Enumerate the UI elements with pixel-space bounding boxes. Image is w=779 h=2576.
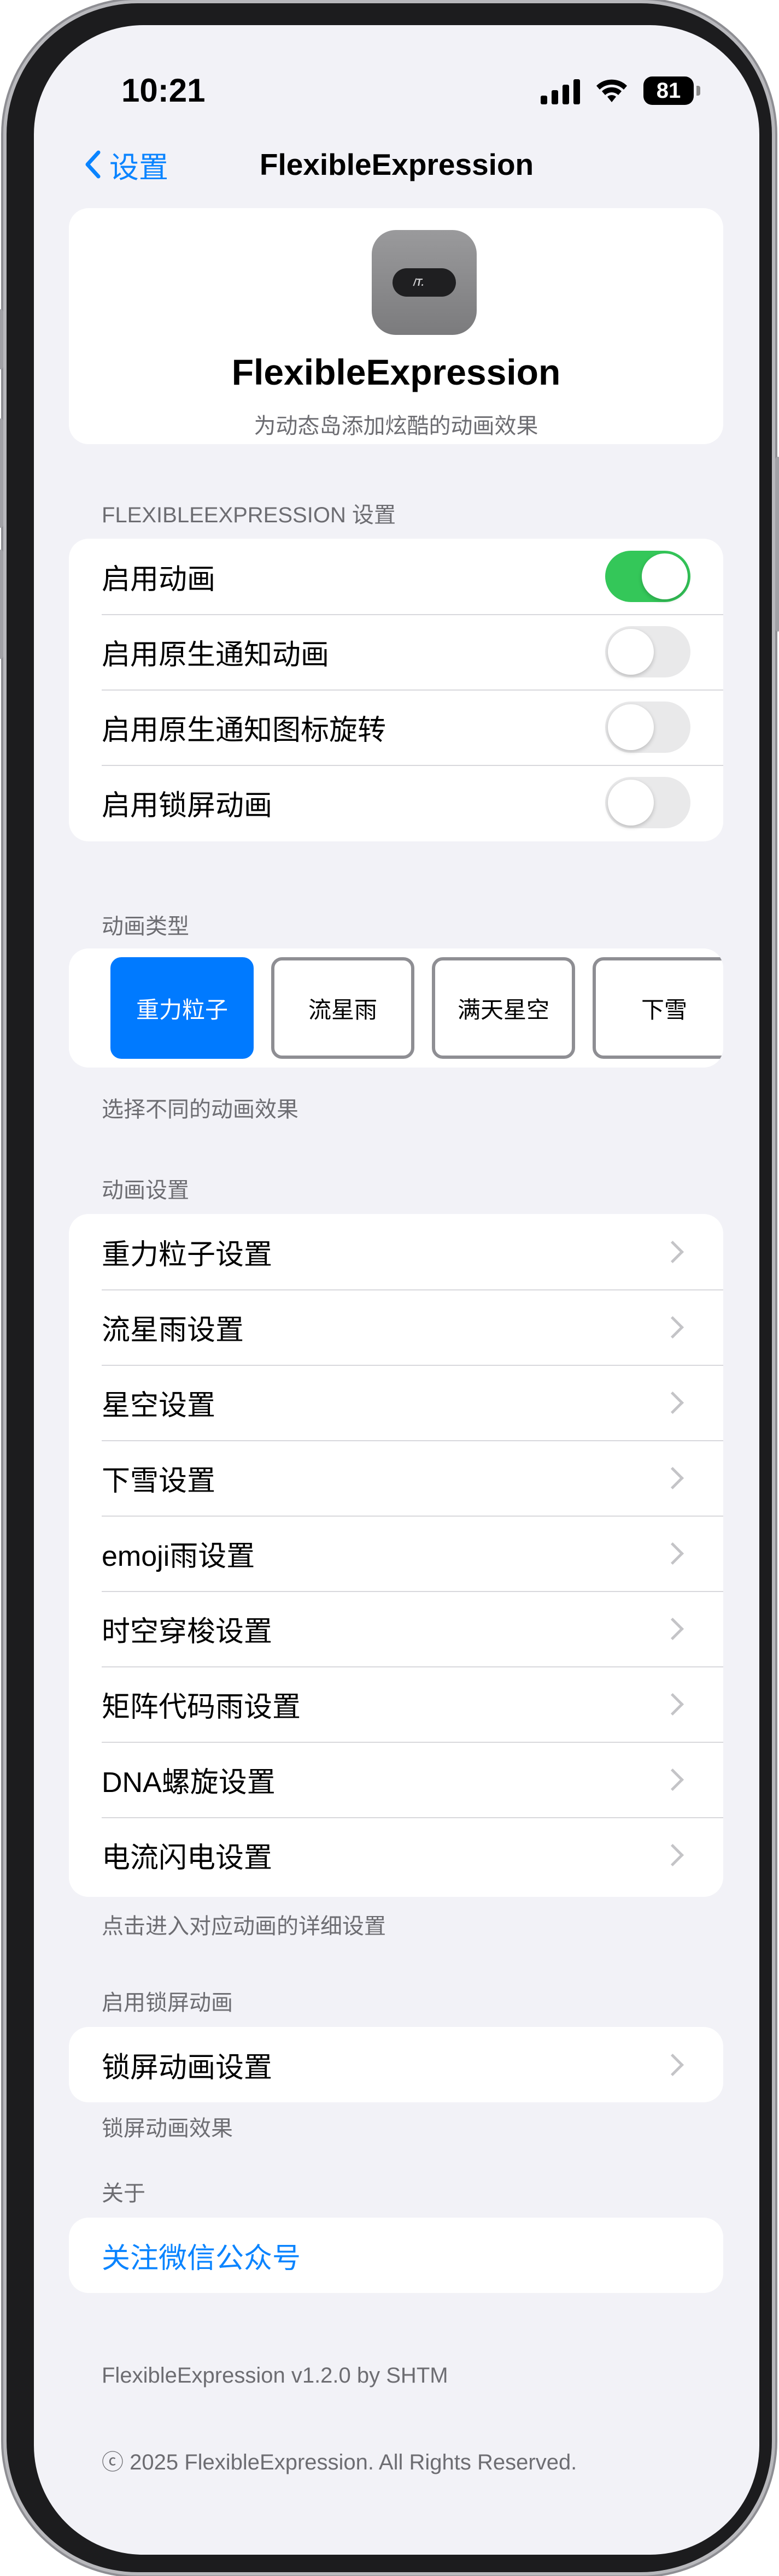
toggle-row-notification-icon-rotation: 启用原生通知图标旋转 xyxy=(69,689,723,765)
dynamic-island-icon: /T. xyxy=(393,268,456,297)
row-label: DNA螺旋设置 xyxy=(102,1766,276,1799)
row-label: 启用原生通知图标旋转 xyxy=(102,714,386,746)
chevron-right-icon xyxy=(661,1768,684,1791)
app-subtitle: 为动态岛添加炫酷的动画效果 xyxy=(254,414,538,438)
anim-settings-section-header: 动画设置 xyxy=(102,1178,189,1202)
notification-icon-rotation-toggle[interactable] xyxy=(605,702,690,753)
nav-row-gravity-particles[interactable]: 重力粒子设置 xyxy=(69,1214,723,1289)
row-label: 矩阵代码雨设置 xyxy=(102,1691,301,1723)
enable-animation-toggle[interactable] xyxy=(605,551,690,602)
status-icons: 81 xyxy=(541,74,700,107)
volume-up-button xyxy=(0,418,3,528)
chevron-right-icon xyxy=(661,1542,684,1565)
about-section-header: 关于 xyxy=(102,2182,145,2206)
action-button xyxy=(0,309,3,369)
row-label: 重力粒子设置 xyxy=(102,1239,273,1271)
toggle-knob xyxy=(608,780,654,826)
nav-row-meteor-shower[interactable]: 流星雨设置 xyxy=(69,1289,723,1365)
app-icon: /T. xyxy=(372,230,477,335)
type-section-header: 动画类型 xyxy=(102,915,189,939)
row-label: emoji雨设置 xyxy=(102,1540,255,1572)
wifi-icon xyxy=(596,79,627,102)
nav-row-starry-sky[interactable]: 星空设置 xyxy=(69,1365,723,1440)
status-time: 10:21 xyxy=(121,72,206,109)
row-label: 锁屏动画设置 xyxy=(102,2052,273,2084)
lockscreen-card: 锁屏动画设置 xyxy=(69,2027,723,2102)
type-option-gravity-particles[interactable]: 重力粒子 xyxy=(110,957,254,1059)
nav-row-dna-helix[interactable]: DNA螺旋设置 xyxy=(69,1742,723,1817)
chevron-right-icon xyxy=(661,1391,684,1414)
app-name: FlexibleExpression xyxy=(231,352,561,392)
about-card: 关注微信公众号 xyxy=(69,2218,723,2293)
chevron-left-icon xyxy=(85,150,101,179)
battery-icon: 81 xyxy=(643,76,700,105)
chevron-right-icon xyxy=(661,1240,684,1263)
settings-section-header: FLEXIBLEEXPRESSION 设置 xyxy=(102,503,396,527)
nav-row-time-travel[interactable]: 时空穿梭设置 xyxy=(69,1591,723,1666)
native-notification-toggle[interactable] xyxy=(605,626,690,677)
type-option-meteor-shower[interactable]: 流星雨 xyxy=(271,957,414,1059)
type-option-starry-sky[interactable]: 满天星空 xyxy=(432,957,575,1059)
lockscreen-section-header: 启用锁屏动画 xyxy=(102,1991,233,2015)
app-info-card: /T. FlexibleExpression 为动态岛添加炫酷的动画效果 xyxy=(69,208,723,444)
screen: 10:21 81 FlexibleExpression 设置 /T. Flexi… xyxy=(34,25,759,2555)
settings-card: 启用动画 启用原生通知动画 启用原生通知图标旋转 启用锁屏动画 xyxy=(69,539,723,841)
lockscreen-animation-toggle[interactable] xyxy=(605,777,690,828)
copyright-text: ⓒ 2025 FlexibleExpression. All Rights Re… xyxy=(102,2450,577,2474)
row-label: 启用动画 xyxy=(102,563,216,596)
chevron-right-icon xyxy=(661,2053,684,2076)
chevron-right-icon xyxy=(661,1843,684,1866)
row-label: 启用原生通知动画 xyxy=(102,639,330,671)
follow-wechat-link[interactable]: 关注微信公众号 xyxy=(69,2218,723,2293)
nav-row-lockscreen-settings[interactable]: 锁屏动画设置 xyxy=(69,2027,723,2102)
chevron-right-icon xyxy=(661,1617,684,1640)
chevron-right-icon xyxy=(661,1693,684,1716)
row-label: 启用锁屏动画 xyxy=(102,789,273,822)
row-label: 星空设置 xyxy=(102,1389,216,1422)
chevron-right-icon xyxy=(661,1316,684,1339)
row-label: 流星雨设置 xyxy=(102,1314,244,1346)
row-label: 时空穿梭设置 xyxy=(102,1616,273,1648)
power-button xyxy=(775,457,779,632)
toggle-row-native-notification: 启用原生通知动画 xyxy=(69,614,723,689)
app-icon-text: /T. xyxy=(413,277,424,288)
anim-settings-card: 重力粒子设置 流星雨设置 星空设置 下雪设置 emoji雨设置 时空穿梭设置 矩… xyxy=(69,1214,723,1897)
battery-level: 81 xyxy=(656,78,681,103)
lockscreen-section-footer: 锁屏动画效果 xyxy=(102,2117,233,2141)
nav-row-snow[interactable]: 下雪设置 xyxy=(69,1440,723,1516)
volume-down-button xyxy=(0,550,3,659)
back-label: 设置 xyxy=(109,151,168,184)
nav-row-emoji-rain[interactable]: emoji雨设置 xyxy=(69,1516,723,1591)
anim-settings-section-footer: 点击进入对应动画的详细设置 xyxy=(102,1914,386,1938)
type-option-snow[interactable]: 下雪 xyxy=(593,957,723,1059)
animation-type-selector[interactable]: 重力粒子 流星雨 满天星空 下雪 xyxy=(69,948,723,1068)
toggle-knob xyxy=(642,553,688,599)
toggle-knob xyxy=(608,629,654,675)
toggle-knob xyxy=(608,704,654,750)
row-label: 电流闪电设置 xyxy=(102,1842,273,1874)
link-label: 关注微信公众号 xyxy=(102,2242,301,2274)
chevron-right-icon xyxy=(661,1466,684,1489)
nav-row-matrix-rain[interactable]: 矩阵代码雨设置 xyxy=(69,1666,723,1742)
nav-row-lightning[interactable]: 电流闪电设置 xyxy=(69,1817,723,1893)
version-text: FlexibleExpression v1.2.0 by SHTM xyxy=(102,2363,448,2388)
cellular-signal-icon xyxy=(541,77,580,104)
toggle-row-enable-animation: 启用动画 xyxy=(69,539,723,614)
phone-frame: 10:21 81 FlexibleExpression 设置 /T. Flexi… xyxy=(0,3,779,2572)
row-label: 下雪设置 xyxy=(102,1465,216,1497)
toggle-row-lockscreen-animation: 启用锁屏动画 xyxy=(69,765,723,840)
back-button[interactable]: 设置 xyxy=(83,143,168,186)
type-section-footer: 选择不同的动画效果 xyxy=(102,1098,298,1122)
